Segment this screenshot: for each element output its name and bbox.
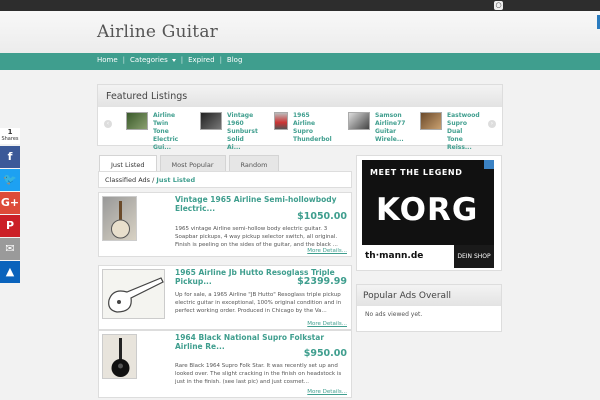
breadcrumb-current: Just Listed <box>156 176 196 184</box>
featured-thumb <box>348 112 370 130</box>
google-plus-icon[interactable]: G+ <box>0 192 20 214</box>
featured-thumb <box>200 112 222 130</box>
ad-shop-name: th·mann.de <box>365 251 424 261</box>
main-nav: Home | Categories | Expired | Blog <box>0 53 600 70</box>
tab-most-popular[interactable]: Most Popular <box>159 155 226 172</box>
nav-expired[interactable]: Expired <box>188 56 214 64</box>
top-bar: ○ <box>0 0 600 11</box>
site-title[interactable]: Airline Guitar <box>97 22 218 42</box>
listing-card: 1964 Black National Supro Folkstar Airli… <box>98 330 352 398</box>
ad-banner[interactable]: MEET THE LEGEND KORG th·mann.de DEIN SHO… <box>356 155 502 271</box>
more-details-link[interactable]: More Details... <box>307 321 347 327</box>
breadcrumb-root[interactable]: Classified Ads <box>105 176 150 184</box>
site-header: Airline Guitar <box>0 11 600 53</box>
facebook-icon[interactable]: f <box>0 146 20 168</box>
featured-thumb <box>274 112 288 130</box>
listing-card: Vintage 1965 Airline Semi-hollowbody Ele… <box>98 192 352 257</box>
share-count: 1 Shares <box>0 128 20 144</box>
guitar-icon <box>111 338 130 377</box>
pinterest-icon[interactable]: P <box>0 215 20 237</box>
carousel-prev-icon[interactable]: ‹ <box>104 120 112 128</box>
popular-ads-widget: Popular Ads Overall No ads viewed yet. <box>356 284 502 332</box>
featured-listings: Featured Listings ‹ › Airline Twin Tone … <box>97 84 503 151</box>
featured-thumb <box>126 112 148 130</box>
popular-title: Popular Ads Overall <box>357 285 501 306</box>
featured-title: Featured Listings <box>98 85 502 107</box>
twitter-icon[interactable]: 🐦 <box>0 169 20 191</box>
email-icon[interactable]: ✉ <box>0 238 20 260</box>
ad-brand: KORG <box>376 192 479 228</box>
listing-price: $1050.00 <box>297 211 347 222</box>
featured-item[interactable]: 1965 Airline Supro Thunderbol <box>274 112 332 144</box>
listing-desc: 1965 vintage Airline semi-hollow body el… <box>175 226 338 248</box>
sumome-icon[interactable]: ▲ <box>0 261 20 283</box>
listing-desc: Rare Black 1964 Supro Folk Star. It was … <box>175 363 342 385</box>
nav-categories[interactable]: Categories <box>130 56 176 64</box>
nav-home[interactable]: Home <box>97 56 118 64</box>
featured-thumb <box>420 112 442 130</box>
ad-cta: DEIN SHOP <box>454 245 494 268</box>
featured-item[interactable]: Vintage 1960 Sunburst Solid Ai... <box>200 112 258 152</box>
more-details-link[interactable]: More Details... <box>307 248 347 254</box>
listing-price: $2399.99 <box>297 276 347 287</box>
tab-random[interactable]: Random <box>228 155 280 172</box>
ad-choices-icon[interactable] <box>484 160 494 169</box>
guitar-icon <box>111 201 130 239</box>
guitar-icon <box>108 277 164 313</box>
breadcrumb: Classified Ads / Just Listed <box>98 171 352 188</box>
tab-just-listed[interactable]: Just Listed <box>99 155 157 172</box>
listing-price: $950.00 <box>303 348 347 359</box>
listing-desc: Up for sale, a 1965 Airline "JB Hutto" R… <box>175 292 342 314</box>
listing-thumb[interactable] <box>102 196 137 241</box>
nav-blog[interactable]: Blog <box>227 56 242 64</box>
featured-item[interactable]: Samson Airline77 Guitar Wirele... <box>348 112 405 144</box>
listing-card: 1965 Airline Jb Hutto Resoglass Triple P… <box>98 265 352 330</box>
chevron-down-icon <box>171 58 176 62</box>
rss-icon[interactable]: ○ <box>494 1 503 10</box>
listing-thumb[interactable] <box>102 334 137 379</box>
listing-tabs: Just Listed Most Popular Random <box>99 155 282 172</box>
listing-thumb[interactable] <box>102 269 165 319</box>
carousel-next-icon[interactable]: › <box>488 120 496 128</box>
popular-empty: No ads viewed yet. <box>365 311 423 318</box>
featured-item[interactable]: Airline Twin Tone Electric Gui... <box>126 112 181 152</box>
featured-item[interactable]: Eastwood Supro Dual Tone Reiss... <box>420 112 480 152</box>
ad-tagline: MEET THE LEGEND <box>370 168 463 177</box>
more-details-link[interactable]: More Details... <box>307 389 347 395</box>
